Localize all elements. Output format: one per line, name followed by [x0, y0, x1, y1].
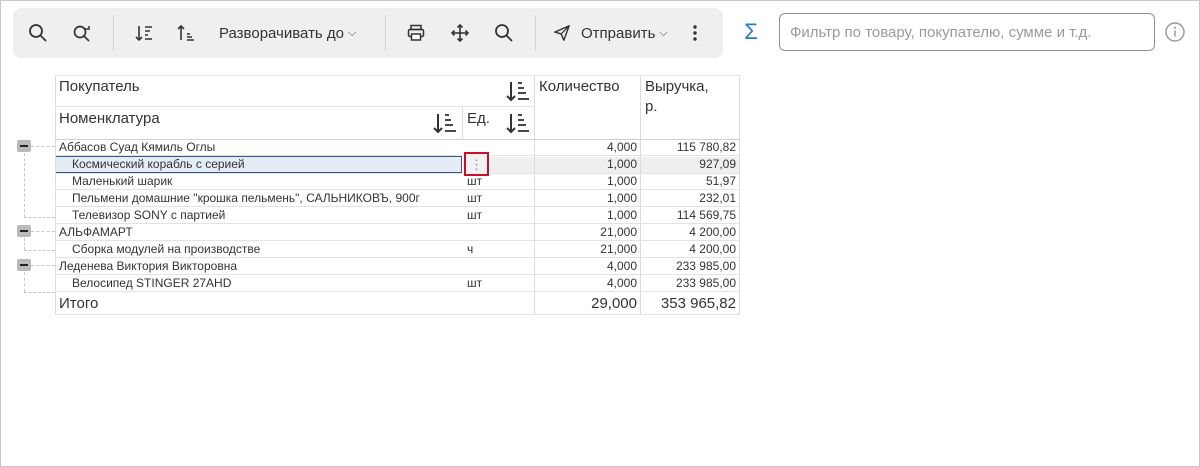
print-button[interactable] [403, 8, 429, 58]
row-name: Космический корабль с серией [72, 157, 245, 171]
search-button[interactable] [25, 8, 51, 58]
move-button[interactable] [447, 8, 473, 58]
total-quantity: 29,000 [591, 295, 637, 312]
row-revenue: 51,97 [705, 174, 736, 188]
collapse-group-button[interactable] [17, 259, 31, 271]
row-revenue: 4 200,00 [689, 225, 736, 239]
chevron-down-icon: ⌵ [659, 26, 668, 39]
header-revenue: Выручка, [645, 78, 709, 95]
more-options-button[interactable] [685, 8, 705, 58]
chevron-down-icon: ⌵ [348, 26, 357, 39]
header-quantity: Количество [539, 78, 620, 95]
row-revenue: 927,09 [699, 157, 736, 171]
row-name: Телевизор SONY с партией [72, 208, 226, 222]
tree-connector [24, 292, 55, 293]
sum-sigma-button[interactable]: Σ [740, 18, 762, 46]
sort-descending-icon[interactable] [505, 79, 531, 103]
sort-descending-icon[interactable] [505, 111, 531, 135]
sort-ascending-button[interactable] [173, 8, 199, 58]
toolbar-separator [535, 15, 536, 51]
tree-connector [31, 265, 55, 266]
collapse-group-button[interactable] [17, 140, 31, 152]
send-paper-plane-icon [554, 25, 570, 41]
row-unit: шт [467, 208, 483, 222]
collapse-group-button[interactable] [17, 225, 31, 237]
row-name: Леденева Виктория Викторовна [59, 259, 237, 273]
tree-connector [24, 217, 55, 218]
row-revenue: 115 780,82 [676, 140, 736, 154]
row-name: Пельмени домашние "крошка пельмень", САЛ… [72, 191, 420, 205]
search-icon [495, 24, 513, 42]
row-name: АЛЬФАМАРТ [59, 225, 133, 239]
total-revenue: 353 965,82 [660, 295, 736, 312]
move-arrows-icon [450, 23, 470, 43]
tree-connector [24, 272, 25, 292]
expand-to-dropdown[interactable]: Разворачивать до ⌵ [219, 8, 364, 58]
tree-connector [31, 231, 55, 232]
row-revenue: 233 985,00 [675, 259, 736, 273]
row-name: Велосипед STINGER 27AHD [72, 276, 232, 290]
row-quantity: 1,000 [606, 157, 637, 171]
header-nomenclature: Номенклатура [59, 110, 160, 127]
sort-descending-icon[interactable] [432, 111, 458, 135]
minus-icon [20, 145, 28, 147]
expand-to-label: Разворачивать до [219, 24, 345, 42]
row-name: Сборка модулей на производстве [72, 242, 261, 256]
row-quantity: 21,000 [600, 225, 637, 239]
row-unit: шт [467, 276, 483, 290]
row-unit: шт [467, 191, 483, 205]
tree-connector [24, 250, 55, 251]
send-label: Отправить [581, 24, 656, 42]
row-quantity: 1,000 [606, 174, 637, 188]
row-quantity: 1,000 [606, 208, 637, 222]
toolbar: Разворачивать до ⌵ Отправить ⌵ [13, 8, 723, 58]
row-revenue: 114 569,75 [676, 208, 736, 222]
search-icon [29, 24, 47, 42]
row-name: Аббасов Суад Кямиль Оглы [59, 140, 216, 154]
more-vertical-icon: ⋮ [470, 156, 483, 172]
row-unit: ч [467, 242, 474, 256]
header-unit: Ед. [467, 110, 490, 127]
minus-icon [20, 264, 28, 266]
tree-connector [31, 146, 55, 147]
minus-icon [20, 230, 28, 232]
send-dropdown[interactable]: Отправить ⌵ [553, 8, 673, 58]
row-quantity: 4,000 [606, 140, 637, 154]
sort-descending-button[interactable] [131, 8, 157, 58]
filter-input[interactable] [779, 13, 1155, 51]
refresh-button[interactable] [69, 8, 95, 58]
row-name: Маленький шарик [72, 174, 173, 188]
toolbar-separator [113, 15, 114, 51]
row-quantity: 1,000 [606, 191, 637, 205]
header-buyer: Покупатель [59, 78, 140, 95]
row-quantity: 21,000 [600, 242, 637, 256]
tree-connector [24, 238, 25, 250]
sort-ascending-icon [177, 24, 194, 41]
more-vertical-icon [693, 25, 697, 41]
row-revenue: 232,01 [699, 191, 736, 205]
total-label: Итого [59, 295, 99, 312]
toolbar-separator [385, 15, 386, 51]
refresh-search-icon [73, 25, 90, 42]
row-quantity: 4,000 [606, 276, 637, 290]
printer-icon [407, 24, 425, 41]
row-quantity: 4,000 [606, 259, 637, 273]
tree-connector [24, 153, 25, 217]
row-menu-button[interactable]: ⋮ [464, 152, 489, 176]
sort-descending-icon [135, 26, 152, 42]
header-revenue-unit: р. [645, 98, 658, 115]
row-revenue: 233 985,00 [675, 276, 736, 290]
info-icon[interactable] [1164, 21, 1186, 43]
row-unit: шт [467, 174, 483, 188]
row-revenue: 4 200,00 [689, 242, 736, 256]
find-button[interactable] [491, 8, 517, 58]
